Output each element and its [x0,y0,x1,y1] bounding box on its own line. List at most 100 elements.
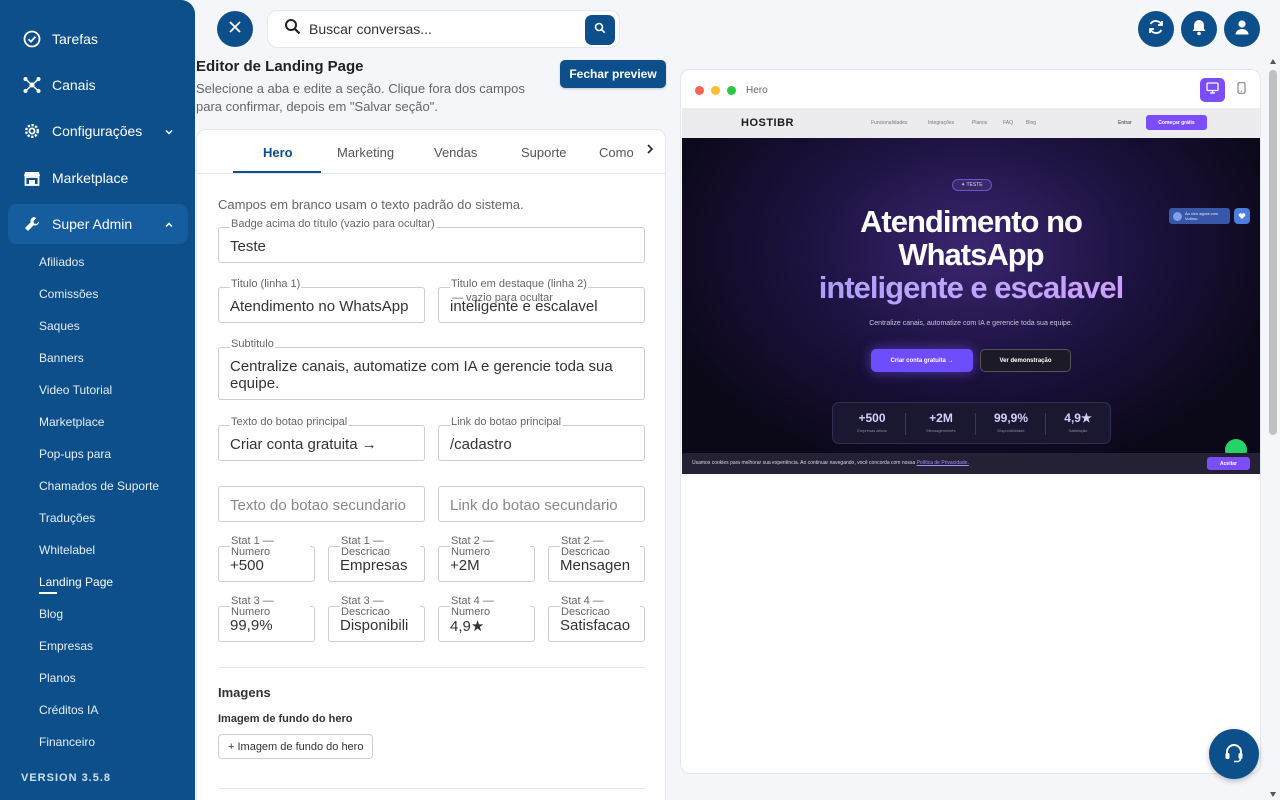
hero-headline-line2: WhatsApp [898,237,1044,272]
sidebar-sub-saques[interactable]: Saques [39,319,80,333]
sidebar-sub-financeiro[interactable]: Financeiro [39,735,95,749]
desktop-view-button[interactable] [1200,78,1225,102]
notifications-button[interactable] [1181,11,1217,47]
refresh-button[interactable] [1138,11,1174,47]
stat4-number-input[interactable] [450,617,528,634]
secondary-button-link-input[interactable] [450,497,638,514]
close-sidebar-button[interactable] [217,11,253,47]
user-icon [1233,18,1251,41]
primary-button-link-field: Link do botao principal [438,416,645,461]
site-signup-button[interactable]: Começar grátis [1146,115,1207,130]
site-logo: HOSTIBR [741,117,794,129]
field-label: Texto do botao principal [230,416,349,428]
stat3-number-input[interactable] [230,617,308,634]
stat2-number-input[interactable] [450,557,528,574]
sidebar-item-label: Tarefas [52,31,98,47]
tab-marketing[interactable]: Marketing [337,145,394,160]
scrollbar-thumb[interactable] [1269,70,1277,435]
site-nav-link[interactable]: FAQ [1003,120,1013,126]
subtitle-textarea[interactable]: Centralize canais, automatize com IA e g… [230,358,634,392]
stat1-number-field: Stat 1 — Numero [218,536,315,582]
field-label: Badge acima do título (vazio para oculta… [230,218,436,230]
privacy-policy-link[interactable]: Política de Privacidade. [917,460,969,466]
sidebar-item-configuracoes[interactable]: Configurações [8,111,188,151]
title-line2-field: Titulo em destaque (linha 2) — vazio par… [438,278,645,323]
badge-field: Badge acima do título (vazio para oculta… [218,218,645,263]
sidebar-item-canais[interactable]: Canais [8,65,188,105]
chevron-down-icon [164,124,174,140]
sidebar-item-tarefas[interactable]: Tarefas [8,19,188,59]
stat2-description-input[interactable] [560,557,638,574]
hero-badge: ✦ TESTE [952,179,992,191]
tabs-scroll-right-button[interactable] [641,141,659,161]
sidebar-item-marketplace[interactable]: Marketplace [8,158,188,198]
sidebar-sub-popups[interactable]: Pop-ups para [39,447,111,461]
field-label: Subtitulo [230,338,275,350]
sidebar-item-super-admin[interactable]: Super Admin [8,204,188,244]
chevron-up-icon [164,217,174,233]
scroll-down-arrow[interactable] [1269,786,1277,797]
site-login-link[interactable]: Entrar [1118,120,1132,126]
headset-icon [1223,741,1245,768]
search-button[interactable] [585,15,615,45]
sidebar-sub-banners[interactable]: Banners [39,351,84,365]
secondary-button-link-field [438,486,645,522]
hero-stat: +500 Empresas ativas [857,411,887,433]
sidebar-sub-planos[interactable]: Planos [39,671,76,685]
check-circle-icon [22,29,42,49]
hero-stat: +2M Mensagens/mês [926,411,956,433]
secondary-button-text-input[interactable] [230,497,418,514]
support-button[interactable] [1209,729,1259,779]
stat3-description-input[interactable] [340,617,418,634]
title-line2-input[interactable] [450,298,638,315]
add-hero-background-button[interactable]: + Imagem de fundo do hero [218,734,374,759]
primary-button-link-input[interactable] [450,436,638,453]
field-label: Stat 3 — Descricao [340,596,420,618]
sidebar-sub-blog[interactable]: Blog [39,607,63,621]
stat1-description-input[interactable] [340,557,418,574]
sidebar: Tarefas Canais Configurações Marketplace… [0,0,195,800]
site-nav-link[interactable]: Blog [1026,120,1036,126]
sidebar-sub-empresas[interactable]: Empresas [39,639,93,653]
sidebar-sub-marketplace[interactable]: Marketplace [39,415,104,429]
site-nav-link[interactable]: Funcionalidades [871,120,907,126]
hero-headline-line1: Atendimento no [860,204,1083,239]
subtitle-field: Subtitulo Centralize canais, automatize … [218,338,645,400]
primary-button-text-input[interactable] [230,436,418,453]
stat1-number-input[interactable] [230,557,308,574]
sidebar-sub-afiliados[interactable]: Afiliados [39,255,84,269]
tab-hero[interactable]: Hero [263,145,293,160]
badge-input[interactable] [230,238,638,255]
stat4-description-field: Stat 4 — Descricao [548,596,645,642]
site-nav-link[interactable]: Integrações [928,120,954,126]
stat4-description-input[interactable] [560,617,638,634]
field-label: Titulo em destaque (linha 2) [450,278,588,290]
sidebar-sub-traducoes[interactable]: Traduções [39,511,95,525]
cookie-banner: Usamos cookies para melhorar sua experiê… [682,453,1260,474]
sidebar-sub-chamados[interactable]: Chamados de Suporte [39,479,159,493]
hero-primary-button[interactable]: Criar conta gratuita → [871,349,973,372]
sidebar-sub-comissoes[interactable]: Comissões [39,287,98,301]
site-nav-link[interactable]: Planos [972,120,987,126]
search-input[interactable] [309,21,569,37]
hero-secondary-button[interactable]: Ver demonstração [980,349,1071,372]
mobile-view-button[interactable] [1229,78,1254,102]
tab-como[interactable]: Como [599,145,634,160]
user-menu-button[interactable] [1224,11,1260,47]
stat2-number-field: Stat 2 — Numero [438,536,535,582]
refresh-icon [1147,18,1165,41]
sidebar-sub-creditos-ia[interactable]: Créditos IA [39,703,98,717]
title-line1-input[interactable] [230,298,418,315]
scroll-up-arrow[interactable] [1269,54,1277,64]
search-bar [267,10,620,48]
accept-cookies-button[interactable]: Aceitar [1207,457,1250,470]
sidebar-sub-landing-page[interactable]: Landing Page [39,575,113,594]
close-preview-button[interactable]: Fechar preview [560,60,666,88]
sidebar-sub-whitelabel[interactable]: Whitelabel [39,543,95,557]
stat-divider [975,413,976,435]
tab-vendas[interactable]: Vendas [434,145,477,160]
tab-suporte[interactable]: Suporte [521,145,567,160]
monitor-icon [1206,81,1219,99]
hero-stat: 4,9★ Satisfação [1064,411,1092,433]
sidebar-sub-video-tutorial[interactable]: Video Tutorial [39,383,112,397]
